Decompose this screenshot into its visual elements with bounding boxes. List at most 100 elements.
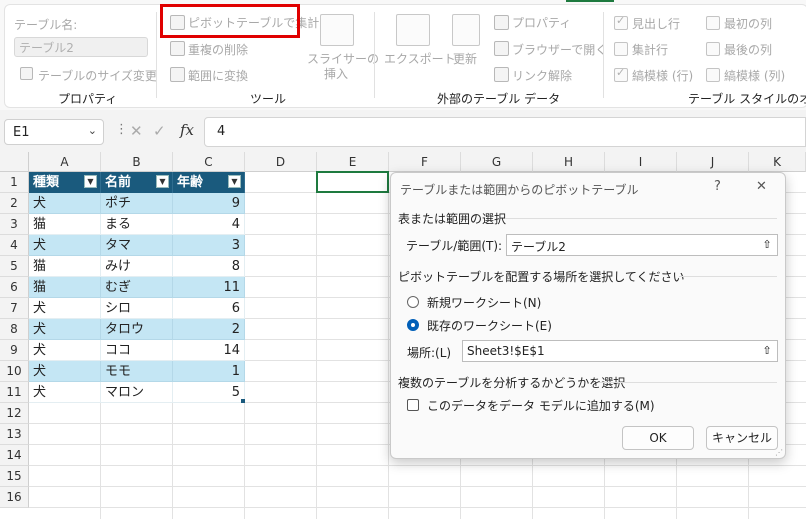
table-cell[interactable]: 犬 xyxy=(29,361,101,382)
unlink-button[interactable]: リンク解除 xyxy=(512,67,572,84)
column-header[interactable]: G xyxy=(461,152,533,172)
resize-grip-icon[interactable]: ⋰ xyxy=(775,448,783,457)
table-header-cell[interactable]: 年齢 ▼ xyxy=(173,172,245,193)
table-cell[interactable]: ポチ xyxy=(101,193,173,214)
table-cell[interactable]: 3 xyxy=(173,235,245,256)
table-cell[interactable]: 8 xyxy=(173,256,245,277)
cancel-button[interactable]: キャンセル xyxy=(706,426,778,450)
name-box[interactable]: E1 ⌄ xyxy=(4,119,104,145)
table-resize-handle[interactable] xyxy=(241,399,245,403)
last-column-checkbox[interactable] xyxy=(706,42,720,56)
table-cell[interactable]: モモ xyxy=(101,361,173,382)
table-cell[interactable]: 猫 xyxy=(29,256,101,277)
row-header[interactable]: 1 xyxy=(0,172,29,193)
row-header[interactable]: 8 xyxy=(0,319,29,340)
table-cell[interactable]: 犬 xyxy=(29,193,101,214)
row-header[interactable]: 10 xyxy=(0,361,29,382)
table-cell[interactable]: 2 xyxy=(173,319,245,340)
row-header[interactable]: 16 xyxy=(0,487,29,508)
header-row-checkbox[interactable] xyxy=(614,14,628,30)
table-cell[interactable]: シロ xyxy=(101,298,173,319)
column-header[interactable]: A xyxy=(29,152,101,172)
table-cell[interactable]: 猫 xyxy=(29,214,101,235)
table-cell[interactable]: 1 xyxy=(173,361,245,382)
row-header[interactable]: 11 xyxy=(0,382,29,403)
row-header[interactable]: 9 xyxy=(0,340,29,361)
add-to-model-checkbox[interactable] xyxy=(407,399,419,411)
total-row-checkbox[interactable] xyxy=(614,42,628,56)
location-input[interactable]: Sheet3!$E$1 ⇧ xyxy=(462,340,778,362)
collapse-dialog-icon[interactable]: ⇧ xyxy=(759,237,775,253)
table-cell[interactable]: 犬 xyxy=(29,382,101,403)
banded-columns-checkbox[interactable] xyxy=(706,68,720,82)
table-cell[interactable]: まる xyxy=(101,214,173,235)
table-cell[interactable]: マロン xyxy=(101,382,173,403)
column-header[interactable]: D xyxy=(245,152,317,172)
row-header[interactable]: 12 xyxy=(0,403,29,424)
table-cell[interactable]: 猫 xyxy=(29,277,101,298)
table-cell[interactable]: 14 xyxy=(173,340,245,361)
table-cell[interactable]: 犬 xyxy=(29,340,101,361)
more-icon[interactable]: ⋮ xyxy=(115,122,128,137)
convert-to-range-button[interactable]: 範囲に変換 xyxy=(188,67,248,84)
table-cell[interactable]: 9 xyxy=(173,193,245,214)
banded-rows-checkbox[interactable] xyxy=(614,66,628,82)
column-header[interactable]: F xyxy=(389,152,461,172)
export-button[interactable]: エクスポート xyxy=(384,50,456,67)
column-header[interactable]: H xyxy=(533,152,605,172)
enter-icon[interactable]: ✓ xyxy=(153,122,166,140)
table-cell[interactable]: 犬 xyxy=(29,319,101,340)
filter-dropdown-icon[interactable]: ▼ xyxy=(84,175,97,188)
table-header-cell[interactable]: 種類 ▼ xyxy=(29,172,101,193)
filter-dropdown-icon[interactable]: ▼ xyxy=(228,175,241,188)
table-cell[interactable]: むぎ xyxy=(101,277,173,298)
open-in-browser-button[interactable]: ブラウザーで開く xyxy=(512,41,607,58)
table-cell[interactable]: 4 xyxy=(173,214,245,235)
table-cell[interactable]: 犬 xyxy=(29,235,101,256)
column-header[interactable]: C xyxy=(173,152,245,172)
ok-button[interactable]: OK xyxy=(622,426,694,450)
refresh-button[interactable]: 更新 xyxy=(453,50,477,67)
row-header[interactable]: 7 xyxy=(0,298,29,319)
resize-table-button[interactable]: テーブルのサイズ変更 xyxy=(38,67,157,84)
new-sheet-radio[interactable] xyxy=(407,296,419,308)
column-header[interactable]: I xyxy=(605,152,677,172)
table-cell[interactable]: 11 xyxy=(173,277,245,298)
table-cell[interactable]: タマ xyxy=(101,235,173,256)
existing-sheet-radio[interactable] xyxy=(407,319,419,331)
row-header[interactable]: 5 xyxy=(0,256,29,277)
table-cell[interactable]: 5 xyxy=(173,382,245,403)
properties-button[interactable]: プロパティ xyxy=(512,14,571,31)
row-header[interactable]: 13 xyxy=(0,424,29,445)
table-header-cell[interactable]: 名前 ▼ xyxy=(101,172,173,193)
collapse-dialog-icon[interactable]: ⇧ xyxy=(759,343,775,359)
row-header[interactable]: 6 xyxy=(0,277,29,298)
filter-dropdown-icon[interactable]: ▼ xyxy=(156,175,169,188)
row-header[interactable]: 15 xyxy=(0,466,29,487)
chevron-down-icon[interactable]: ⌄ xyxy=(88,124,97,137)
insert-function-icon[interactable]: fx xyxy=(180,121,194,139)
select-all-corner[interactable] xyxy=(0,152,29,172)
first-column-checkbox[interactable] xyxy=(706,16,720,30)
formula-input[interactable]: 4 xyxy=(204,117,806,147)
table-cell[interactable]: ココ xyxy=(101,340,173,361)
table-cell[interactable]: 犬 xyxy=(29,298,101,319)
table-cell[interactable]: タロウ xyxy=(101,319,173,340)
row-header[interactable]: 3 xyxy=(0,214,29,235)
table-range-input[interactable]: テーブル2 ⇧ xyxy=(506,234,778,256)
table-cell[interactable]: みけ xyxy=(101,256,173,277)
row-header[interactable]: 4 xyxy=(0,235,29,256)
remove-duplicates-button[interactable]: 重複の削除 xyxy=(188,41,248,58)
column-header[interactable]: B xyxy=(101,152,173,172)
column-header[interactable]: E xyxy=(317,152,389,172)
table-name-input[interactable]: テーブル2 xyxy=(14,37,148,57)
row-header[interactable]: 2 xyxy=(0,193,29,214)
cancel-icon[interactable]: ✕ xyxy=(130,122,143,140)
column-header[interactable]: J xyxy=(677,152,749,172)
table-cell[interactable]: 6 xyxy=(173,298,245,319)
help-icon[interactable]: ? xyxy=(714,179,721,194)
insert-slicer-line2[interactable]: 挿入 xyxy=(307,65,365,82)
column-header[interactable]: K xyxy=(749,152,806,172)
row-header[interactable]: 14 xyxy=(0,445,29,466)
close-icon[interactable]: ✕ xyxy=(756,179,767,194)
